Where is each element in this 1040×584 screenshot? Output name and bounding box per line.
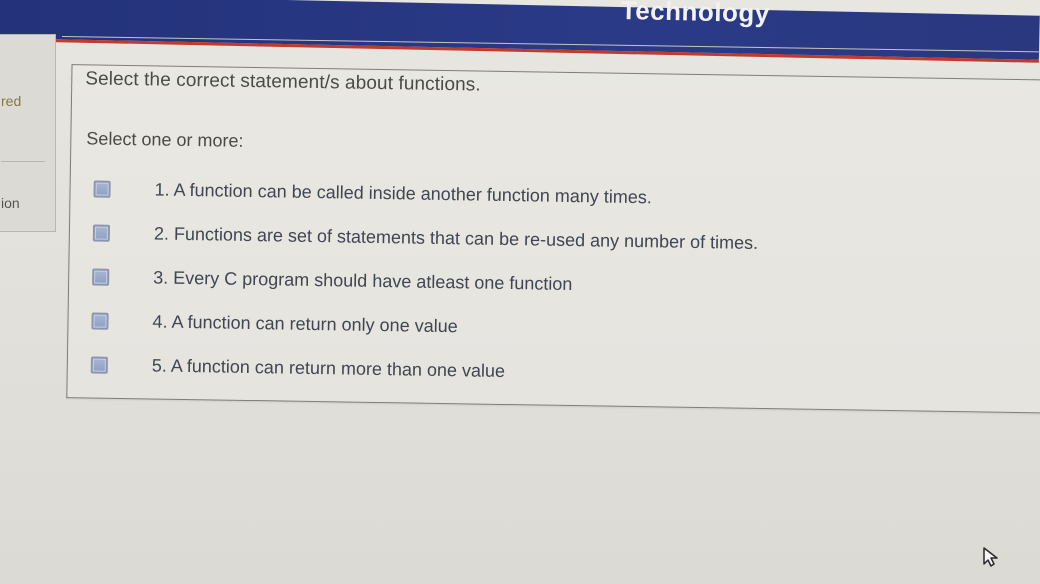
answer-checkbox[interactable] — [92, 268, 110, 286]
answer-option-label: 5. A function can return more than one v… — [151, 354, 506, 381]
mouse-pointer-icon — [983, 547, 998, 567]
sidebar-item-question[interactable]: ion — [1, 195, 20, 211]
sidebar-divider — [1, 161, 45, 162]
answer-option-label: 4. A function can return only one value — [152, 310, 458, 336]
answer-checkbox[interactable] — [90, 355, 108, 374]
answer-option-label: 1. A function can be called inside anoth… — [154, 178, 653, 207]
answer-option-label: 3. Every C program should have atleast o… — [153, 266, 573, 294]
answer-checkbox[interactable] — [91, 312, 109, 330]
navigation-panel: red ion — [0, 34, 56, 232]
question-card: Select the correct statement/s about fun… — [56, 36, 1040, 414]
answer-options: 1. A function can be called inside anoth… — [90, 167, 943, 400]
answer-checkbox[interactable] — [92, 224, 111, 242]
answer-checkbox[interactable] — [93, 180, 111, 198]
answer-option-label: 2. Functions are set of statements that … — [153, 222, 759, 253]
sidebar-item-status[interactable]: red — [1, 93, 21, 109]
select-instruction: Select one or more: — [86, 128, 244, 151]
quiz-page: Technology red ion Select the correct st… — [0, 0, 1040, 584]
course-title: Technology — [620, 0, 771, 29]
